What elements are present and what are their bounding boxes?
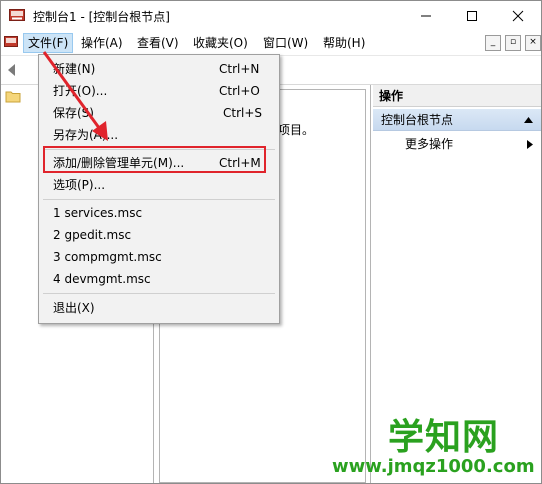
mdi-minimize-button[interactable]: _ bbox=[485, 35, 501, 51]
watermark-title: 学知网 bbox=[388, 417, 500, 458]
actions-section-label: 控制台根节点 bbox=[381, 113, 454, 127]
menu-item-exit[interactable]: 退出(X) bbox=[53, 298, 95, 318]
more-actions-item[interactable]: 更多操作 bbox=[405, 135, 453, 153]
menu-help[interactable]: 帮助(H) bbox=[319, 34, 369, 52]
maximize-button[interactable] bbox=[449, 1, 495, 31]
app-icon bbox=[9, 8, 25, 22]
menu-bar: 文件(F) 操作(A) 查看(V) 收藏夹(O) 窗口(W) 帮助(H) _ ▫… bbox=[1, 31, 541, 56]
menu-separator bbox=[43, 293, 275, 294]
menu-item-recent-1[interactable]: 1 services.msc bbox=[53, 203, 142, 223]
shortcut-save: Ctrl+S bbox=[223, 106, 263, 120]
results-text: 项目。 bbox=[278, 123, 315, 137]
mdi-close-button[interactable]: × bbox=[525, 35, 541, 51]
maximize-icon bbox=[467, 11, 477, 21]
collapse-up-icon[interactable] bbox=[524, 117, 533, 123]
menu-view[interactable]: 查看(V) bbox=[133, 34, 183, 52]
menu-action[interactable]: 操作(A) bbox=[77, 34, 127, 52]
watermark-url: www.jmqz1000.com bbox=[332, 456, 535, 477]
close-icon bbox=[512, 10, 524, 22]
close-button[interactable] bbox=[495, 1, 541, 31]
menu-item-recent-3[interactable]: 3 compmgmt.msc bbox=[53, 247, 162, 267]
title-bar[interactable]: 控制台1 - [控制台根节点] bbox=[1, 1, 541, 31]
minimize-button[interactable] bbox=[403, 1, 449, 31]
shortcut-new: Ctrl+N bbox=[219, 62, 260, 76]
window-title: 控制台1 - [控制台根节点] bbox=[33, 10, 170, 24]
menu-window[interactable]: 窗口(W) bbox=[259, 34, 312, 52]
highlight-box bbox=[43, 146, 266, 173]
shortcut-open: Ctrl+O bbox=[219, 84, 260, 98]
menu-item-save[interactable]: 保存(S) bbox=[53, 103, 94, 123]
mdi-restore-button[interactable]: ▫ bbox=[505, 35, 521, 51]
menu-item-new[interactable]: 新建(N) bbox=[53, 59, 95, 79]
folder-icon[interactable] bbox=[5, 89, 21, 106]
menu-item-options[interactable]: 选项(P)... bbox=[53, 175, 105, 195]
submenu-arrow-icon bbox=[527, 140, 533, 149]
actions-header: 操作 bbox=[373, 85, 541, 107]
menu-item-recent-2[interactable]: 2 gpedit.msc bbox=[53, 225, 131, 245]
back-arrow-icon[interactable] bbox=[5, 62, 21, 81]
menu-file[interactable]: 文件(F) bbox=[23, 33, 74, 53]
menu-item-open[interactable]: 打开(O)... bbox=[53, 81, 107, 101]
menu-item-save-as[interactable]: 另存为(A)... bbox=[53, 125, 118, 145]
actions-section-root[interactable]: 控制台根节点 bbox=[373, 109, 541, 131]
minimize-icon bbox=[421, 15, 431, 17]
file-menu-dropdown: 新建(N) Ctrl+N 打开(O)... Ctrl+O 保存(S) Ctrl+… bbox=[38, 54, 280, 324]
console-icon[interactable] bbox=[4, 35, 18, 49]
menu-item-recent-4[interactable]: 4 devmgmt.msc bbox=[53, 269, 151, 289]
menu-favorites[interactable]: 收藏夹(O) bbox=[189, 34, 252, 52]
menu-separator bbox=[43, 199, 275, 200]
